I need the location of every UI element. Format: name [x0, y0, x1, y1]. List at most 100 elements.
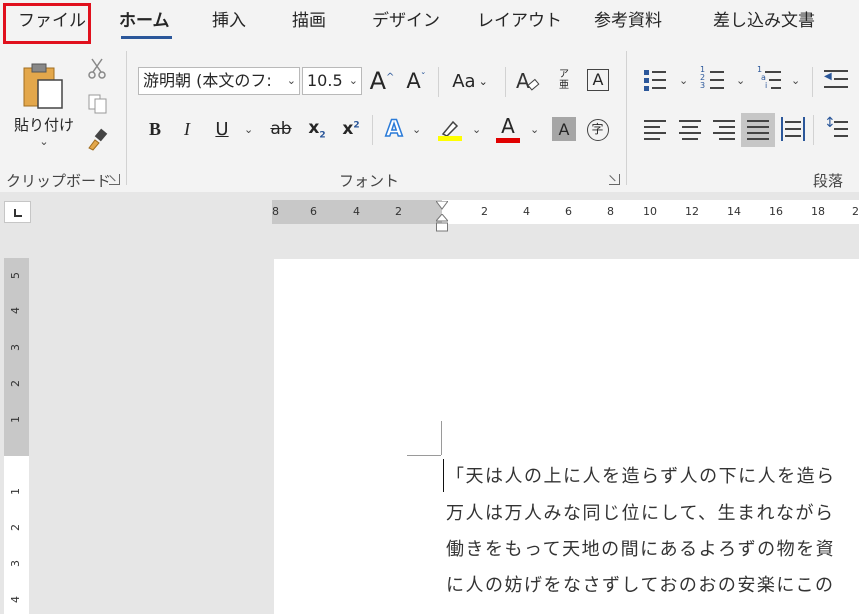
chevron-down-icon: ⌄: [286, 74, 296, 87]
first-line-indent-marker[interactable]: [435, 196, 449, 210]
align-right-button[interactable]: [713, 119, 737, 141]
ruler-number: 1: [9, 416, 22, 423]
ruler-number: 4: [523, 205, 530, 218]
subscript-button[interactable]: x2: [304, 115, 330, 143]
phonetic-guide-button[interactable]: ア亜: [552, 63, 576, 97]
svg-text:A: A: [516, 69, 530, 93]
ruler-number: 4: [353, 205, 360, 218]
ruler-number: 6: [565, 205, 572, 218]
text-effects-button[interactable]: A: [380, 113, 408, 145]
text-cursor: [443, 459, 444, 492]
document-text-line[interactable]: 万人は万人みな同じ位にして、生まれながら: [446, 499, 835, 525]
chevron-down-icon[interactable]: ⌄: [472, 123, 481, 136]
format-painter-button[interactable]: [84, 127, 110, 153]
chevron-down-icon[interactable]: ⌄: [244, 123, 253, 136]
tab-design[interactable]: デザイン: [372, 0, 440, 45]
multilevel-list-button[interactable]: 1 a i: [757, 65, 783, 92]
separator: [505, 67, 506, 97]
vertical-ruler[interactable]: [4, 456, 29, 614]
tab-insert[interactable]: 挿入: [212, 0, 246, 45]
character-shading-button[interactable]: A: [552, 117, 576, 141]
underline-icon: U: [215, 118, 229, 140]
shrink-font-button[interactable]: Aˇ: [402, 65, 430, 97]
strikethrough-button[interactable]: ab: [266, 115, 296, 143]
ruler-number: 2: [9, 380, 22, 387]
tab-selector-button[interactable]: [4, 201, 31, 223]
ruler-number: 18: [811, 205, 825, 218]
ruler-number: 6: [310, 205, 317, 218]
tab-layout[interactable]: レイアウト: [477, 0, 562, 45]
font-name-combo[interactable]: 游明朝 (本文のフ: ⌄: [138, 67, 300, 95]
separator: [813, 115, 814, 145]
grow-font-button[interactable]: A^: [368, 65, 396, 97]
tab-draw[interactable]: 描画: [292, 0, 326, 45]
copy-icon: [88, 94, 107, 114]
paste-button[interactable]: 貼り付け ⌄: [8, 55, 80, 155]
italic-button[interactable]: I: [176, 115, 198, 143]
superscript-button[interactable]: x2: [338, 115, 364, 143]
italic-icon: I: [184, 118, 190, 139]
font-color-button[interactable]: A: [494, 113, 522, 145]
justify-icon: [747, 119, 769, 141]
strikethrough-icon: ab: [270, 119, 292, 139]
chevron-down-icon: ⌄: [39, 135, 49, 148]
ruler-number: 4: [9, 307, 22, 314]
group-separator: [126, 51, 127, 185]
align-left-button[interactable]: [644, 119, 668, 141]
group-separator: [626, 51, 627, 185]
tab-references[interactable]: 参考資料: [594, 0, 662, 45]
hanging-indent-marker[interactable]: [434, 213, 450, 232]
character-border-icon: A: [587, 69, 609, 91]
chevron-down-icon[interactable]: ⌄: [530, 123, 539, 136]
ruler-number: 1: [9, 488, 22, 495]
document-text-line[interactable]: 働きをもって天地の間にあるよろずの物を資: [446, 535, 835, 561]
highlight-button[interactable]: [436, 113, 464, 145]
ruler-number: 10: [643, 205, 657, 218]
paragraph-group-label: 段落: [813, 172, 844, 190]
document-text-line[interactable]: 「天は人の上に人を造らず人の下に人を造ら: [446, 462, 836, 488]
ruler-number: 3: [9, 560, 22, 567]
align-center-button[interactable]: [679, 119, 703, 141]
numbering-button[interactable]: 1 2 3: [700, 65, 726, 92]
ribbon: 貼り付け ⌄ クリップボード 游明朝 (本文のフ: ⌄ 10.5 ⌄ A^ Aˇ: [0, 45, 859, 192]
justify-button[interactable]: [741, 113, 775, 147]
separator: [438, 67, 439, 97]
clear-formatting-button[interactable]: A: [514, 65, 542, 97]
change-case-label: Aa: [452, 70, 476, 92]
change-case-button[interactable]: Aa ⌄: [446, 65, 494, 97]
copy-button[interactable]: [86, 91, 110, 117]
ruler-number: 5: [9, 272, 22, 279]
ruler-number: 2: [481, 205, 488, 218]
decrease-indent-button[interactable]: ◀: [824, 68, 850, 92]
font-size-combo[interactable]: 10.5 ⌄: [302, 67, 362, 95]
bold-button[interactable]: B: [144, 115, 166, 143]
bold-icon: B: [148, 118, 161, 139]
paintbrush-icon: [88, 128, 108, 151]
font-size-value: 10.5: [307, 71, 343, 90]
ruler-number: 14: [727, 205, 741, 218]
chevron-down-icon[interactable]: ⌄: [736, 74, 745, 87]
bullets-button[interactable]: [642, 68, 668, 92]
ruler-number: 8: [607, 205, 614, 218]
font-dialog-launcher-icon[interactable]: [609, 174, 620, 185]
line-spacing-button[interactable]: ↕: [824, 115, 850, 143]
grow-font-icon: A^: [369, 67, 395, 95]
font-group-label: フォント: [339, 172, 400, 190]
ribbon-tab-bar: ファイル ホーム 挿入 描画 デザイン レイアウト 参考資料 差し込み文書: [0, 0, 859, 45]
cut-button[interactable]: [86, 55, 108, 81]
character-border-button[interactable]: A: [585, 67, 611, 93]
workspace-gap: [0, 192, 859, 200]
clear-formatting-icon: A: [516, 69, 540, 93]
clipboard-dialog-launcher-icon[interactable]: [109, 174, 120, 185]
tab-mailings[interactable]: 差し込み文書: [713, 0, 815, 45]
chevron-down-icon[interactable]: ⌄: [679, 74, 688, 87]
enclose-characters-button[interactable]: 字: [585, 117, 610, 142]
chevron-down-icon[interactable]: ⌄: [412, 123, 421, 136]
chevron-down-icon[interactable]: ⌄: [791, 74, 800, 87]
superscript-icon: x2: [342, 119, 360, 139]
underline-button[interactable]: U: [210, 115, 234, 143]
ruler-number: 2: [852, 205, 859, 218]
document-text-line[interactable]: に人の妨げをなさずしておのおの安楽にこの: [446, 571, 835, 597]
phonetic-guide-icon: ア亜: [559, 69, 569, 91]
distributed-button[interactable]: [781, 117, 807, 143]
